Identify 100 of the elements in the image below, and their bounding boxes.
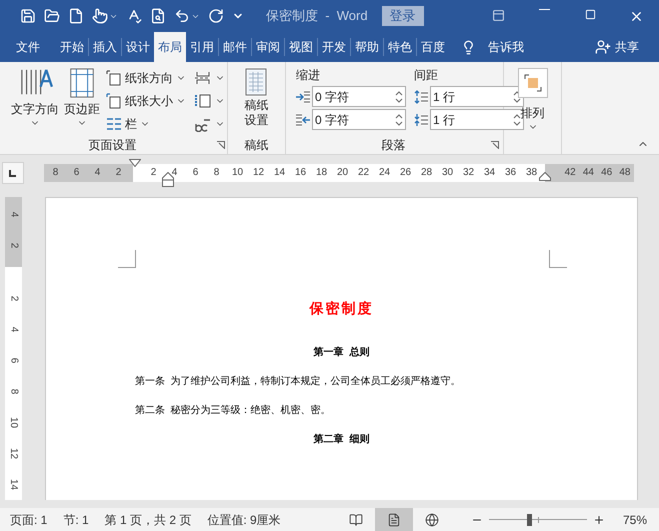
- status-text: 节: 1: [63, 512, 89, 528]
- save-icon: [20, 8, 36, 24]
- ruler-number: 2: [7, 296, 20, 302]
- columns-icon: [106, 116, 122, 132]
- ruler-number: 14: [274, 166, 286, 180]
- ribbon-tab[interactable]: 审阅: [252, 32, 284, 62]
- margin-corner-mark: [118, 250, 136, 268]
- line-numbers-icon: [194, 92, 212, 108]
- dialog-launcher-icon[interactable]: [217, 141, 225, 149]
- zoom-level[interactable]: 75%: [622, 510, 647, 528]
- share-icon: [595, 39, 611, 55]
- ruler-number: 28: [420, 166, 432, 180]
- spacing-label: 间距: [414, 67, 439, 84]
- ruler-number: 46: [601, 166, 612, 180]
- ruler-number: 20: [336, 166, 348, 180]
- ruler-number: 36: [504, 166, 516, 180]
- chapter-heading: 第一章 总则: [312, 345, 370, 360]
- ribbon-tab[interactable]: 特色: [384, 32, 416, 62]
- ruler-number: 10: [7, 416, 20, 428]
- ribbon-tab[interactable]: 开始: [56, 32, 88, 62]
- lightbulb-icon: [461, 40, 476, 54]
- ribbon-tab[interactable]: 帮助: [351, 32, 383, 62]
- spin-arrows-icon: [513, 90, 521, 104]
- slider-thumb[interactable]: [527, 514, 532, 526]
- paragraph: 第二条 秘密分为三等级：绝密、机密、密。: [135, 404, 332, 418]
- orientation-button[interactable]: 纸张方向: [106, 68, 186, 87]
- undo-button[interactable]: [174, 8, 190, 24]
- first-line-indent-marker[interactable]: [129, 159, 141, 167]
- save-button[interactable]: [20, 8, 36, 24]
- ruler-number: 8: [7, 388, 20, 394]
- spin-field[interactable]: 0 字符: [312, 86, 406, 107]
- read-mode-icon: [348, 512, 363, 526]
- print-layout-icon: [386, 512, 401, 526]
- ruler-number: 16: [294, 166, 306, 180]
- ruler-number: 32: [462, 166, 474, 180]
- group-label: 页面设置: [88, 137, 138, 154]
- print-preview-button[interactable]: [150, 8, 166, 24]
- spin-field[interactable]: 0 字符: [312, 109, 406, 130]
- ruler-number: 10: [232, 166, 244, 180]
- ruler-number: 4: [94, 166, 100, 180]
- window-title: 保密制度 - Word: [266, 7, 368, 26]
- document-search-icon: [150, 8, 166, 24]
- redo-icon: [208, 8, 224, 24]
- ruler-number: 12: [252, 166, 264, 180]
- text-direction-button[interactable]: 文字方向: [8, 68, 62, 136]
- dialog-launcher-icon[interactable]: [491, 141, 499, 149]
- status-text: 页面: 1: [10, 512, 48, 528]
- spin-field[interactable]: 1 行: [430, 86, 524, 107]
- margins-icon: [69, 68, 95, 98]
- margin-corner-mark: [549, 250, 567, 268]
- zoom-slider[interactable]: [488, 514, 587, 526]
- status-text: 位置值: 9厘米: [207, 512, 281, 528]
- group-label: 稿纸: [244, 137, 268, 154]
- ribbon-tab[interactable]: 邮件: [219, 32, 251, 62]
- ribbon-tab[interactable]: 文件: [0, 32, 56, 62]
- tab-stop-icon: [9, 168, 17, 176]
- ruler-number: 6: [7, 358, 20, 364]
- ruler-number: 38: [526, 166, 538, 180]
- tell-me-link[interactable]: 告诉我: [488, 38, 524, 56]
- ruler-number: 30: [442, 166, 454, 180]
- indent-left-icon: [296, 90, 310, 102]
- ribbon-tab[interactable]: 开发: [318, 32, 350, 62]
- maximize-icon: [584, 8, 596, 20]
- manuscript-settings-button[interactable]: 稿纸设置: [243, 62, 270, 136]
- ruler-number: 26: [400, 166, 412, 180]
- arrange-icon: [518, 68, 548, 98]
- ribbon-tab[interactable]: 插入: [89, 32, 121, 62]
- open-button[interactable]: [44, 8, 60, 24]
- ribbon-tab[interactable]: 引用: [186, 32, 218, 62]
- spacing-before-icon: [414, 90, 428, 104]
- new-button[interactable]: [68, 8, 84, 24]
- ruler-number: 48: [619, 166, 630, 180]
- share-button[interactable]: 共享: [615, 38, 639, 56]
- login-button[interactable]: 登录: [382, 6, 424, 26]
- size-button[interactable]: 纸张大小: [106, 91, 186, 110]
- right-indent-marker[interactable]: [539, 172, 551, 181]
- breaks-icon: [194, 70, 212, 86]
- ribbon-tab[interactable]: 布局: [154, 32, 186, 62]
- ruler-number: 34: [484, 166, 496, 180]
- margins-button[interactable]: 页边距: [62, 68, 102, 136]
- ribbon-tab[interactable]: 视图: [285, 32, 317, 62]
- tab-selector-button[interactable]: [2, 162, 24, 184]
- ruler-number: 22: [358, 166, 370, 180]
- zoom-in-button[interactable]: [592, 514, 605, 526]
- columns-button[interactable]: 栏: [106, 114, 186, 133]
- paragraph: 第一条 为了维护公司利益，特制订本规定，公司全体员工必须严格遵守。: [135, 374, 462, 389]
- folder-icon: [44, 8, 60, 24]
- ruler-number: 6: [74, 166, 80, 180]
- print-layout-button[interactable]: [374, 508, 413, 531]
- paper-size-icon: [106, 92, 122, 108]
- ribbon-tab[interactable]: 设计: [122, 32, 154, 62]
- ruler-number: 4: [7, 212, 20, 218]
- ruler-number: 6: [192, 166, 198, 180]
- undo-icon: [174, 8, 190, 24]
- ribbon-display-icon: [492, 8, 504, 22]
- ruler-number: 8: [214, 166, 220, 180]
- redo-button[interactable]: [208, 8, 224, 24]
- ribbon-tab[interactable]: 百度: [417, 32, 449, 62]
- arrange-button[interactable]: 排列: [518, 68, 548, 132]
- touch-mode-button[interactable]: [92, 8, 108, 24]
